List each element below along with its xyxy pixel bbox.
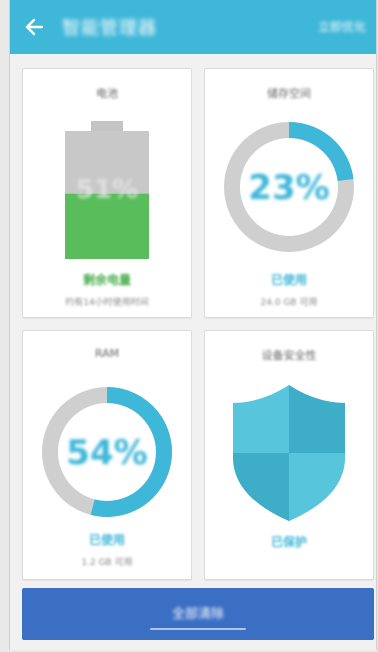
battery-status-text: 剩余电量 <box>82 273 131 287</box>
ram-card[interactable]: RAM 54% 已使用 1.2 GB 可用 <box>22 330 192 580</box>
ram-percent-text: 54% <box>66 433 147 473</box>
app-bar: 智能管理器 立即优化 <box>10 0 376 54</box>
storage-card-title: 储存空间 <box>267 87 311 100</box>
battery-icon: 51% <box>65 121 149 259</box>
clean-all-label: 全部清除 <box>171 607 224 622</box>
ram-card-title: RAM <box>94 347 120 360</box>
clean-all-button[interactable]: 全部清除 <box>22 588 374 640</box>
optimize-action-button[interactable]: 立即优化 <box>318 18 366 35</box>
storage-status-text: 已使用 <box>270 273 307 287</box>
arrow-left-icon[interactable] <box>22 14 48 40</box>
ram-status-text: 已使用 <box>88 533 125 547</box>
battery-card[interactable]: 电池 51% 剩余电量 约有14小时使用时间 <box>22 68 192 318</box>
page-title: 智能管理器 <box>62 18 157 39</box>
battery-percent-text: 51% <box>76 175 138 205</box>
shield-icon <box>233 385 345 521</box>
storage-card[interactable]: 储存空间 23% 已使用 24.0 GB 可用 <box>204 68 374 318</box>
security-card[interactable]: 设备安全性 已保护 <box>204 330 374 580</box>
storage-donut-chart: 23% <box>224 122 354 252</box>
battery-sub-text: 约有14小时使用时间 <box>65 298 149 308</box>
storage-sub-text: 24.0 GB 可用 <box>260 298 318 308</box>
ram-donut-chart: 54% <box>42 387 172 517</box>
button-underline <box>150 628 246 630</box>
security-card-title: 设备安全性 <box>261 349 317 362</box>
storage-percent-text: 23% <box>248 168 329 208</box>
battery-card-title: 电池 <box>96 87 118 100</box>
ram-sub-text: 1.2 GB 可用 <box>81 558 133 568</box>
security-status-text: 已保护 <box>270 535 307 549</box>
app-window: 智能管理器 立即优化 电池 51% 剩余电量 约有14小时使用时间 储存空间 2… <box>9 0 377 650</box>
